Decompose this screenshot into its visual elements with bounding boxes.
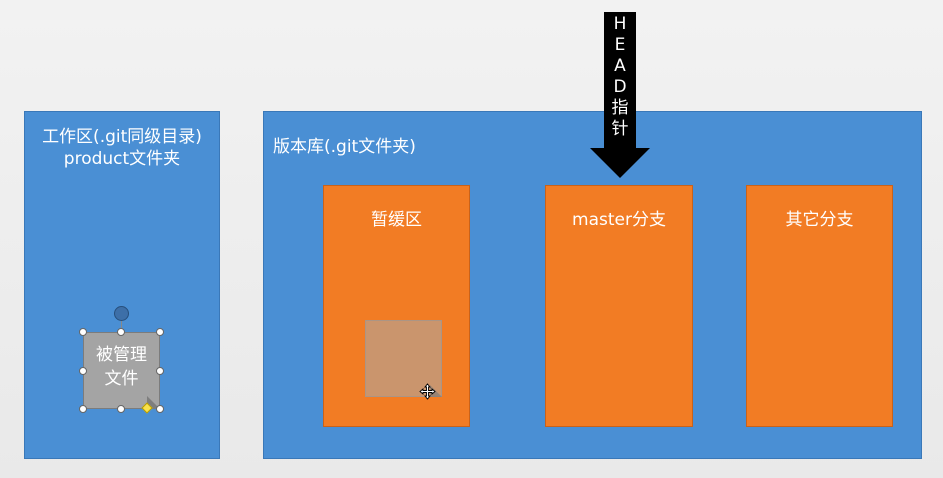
resize-handle-left[interactable] [79,367,87,375]
other-branches-label: 其它分支 [785,210,854,230]
master-branch-label: master分支 [572,210,666,230]
head-char: 针 [611,119,629,139]
resize-handle-right[interactable] [156,367,164,375]
resize-handle-bottom-left[interactable] [79,405,87,413]
head-pointer-label: H E A D 指 针 [603,14,637,140]
head-char: E [614,35,626,55]
resize-handle-top[interactable] [117,328,125,336]
managed-file-label: 被管理 文件 [96,345,147,389]
staging-area-label: 暂缓区 [371,210,422,230]
resize-handle-top-right[interactable] [156,328,164,336]
working-directory-title: 工作区(.git同级目录) product文件夹 [42,127,202,169]
master-branch-box[interactable]: master分支 [545,185,693,427]
repository-title: 版本库(.git文件夹) [273,137,416,157]
rotate-handle-icon[interactable] [114,306,129,321]
resize-handle-bottom[interactable] [117,405,125,413]
head-char: D [613,77,627,97]
head-char: A [614,56,626,76]
head-char: 指 [611,98,629,118]
managed-file-shape[interactable]: 被管理 文件 [83,332,160,409]
head-char: H [613,14,627,34]
resize-handle-bottom-right[interactable] [156,405,164,413]
move-cursor-icon [419,383,436,400]
resize-handle-top-left[interactable] [79,328,87,336]
other-branches-box[interactable]: 其它分支 [746,185,893,427]
